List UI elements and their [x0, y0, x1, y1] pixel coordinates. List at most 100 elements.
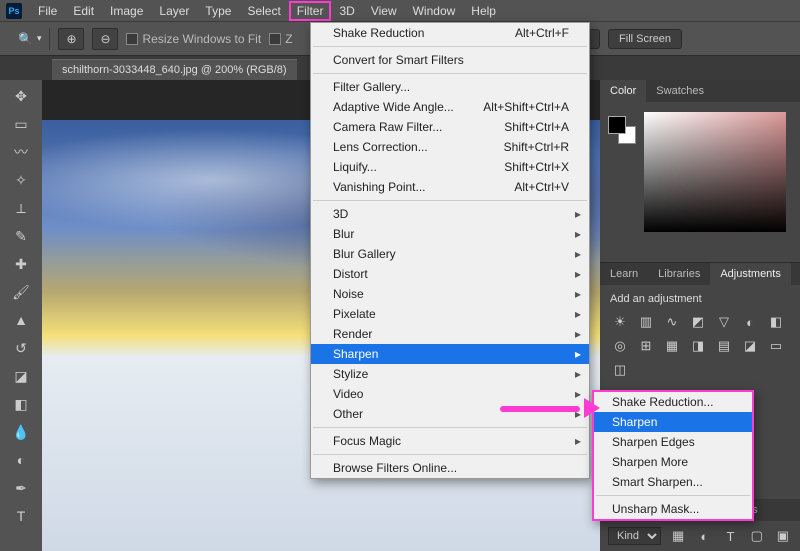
filter-smart-icon[interactable]: ▣ [774, 527, 792, 545]
zoom-out-button[interactable]: ⊖ [92, 28, 118, 50]
menu-item-label: Stylize [333, 367, 368, 381]
tab-swatches[interactable]: Swatches [646, 80, 714, 102]
sharpen-shake-reduction[interactable]: Shake Reduction... [594, 392, 752, 412]
menu-layer[interactable]: Layer [151, 1, 197, 21]
posterize-icon[interactable]: ▤ [714, 337, 734, 355]
menu-type[interactable]: Type [197, 1, 239, 21]
fg-bg-swatch[interactable] [608, 116, 636, 144]
submenu-blur-gallery[interactable]: Blur Gallery [311, 244, 589, 264]
menu-item-label: Unsharp Mask... [612, 502, 699, 516]
history-brush-tool[interactable]: ↺ [6, 336, 36, 360]
lasso-icon: 〰 [14, 142, 28, 162]
lasso-tool[interactable]: 〰 [6, 140, 36, 164]
menu-window[interactable]: Window [405, 1, 464, 21]
menu-focus-magic[interactable]: Focus Magic [311, 431, 589, 451]
gradient-map-icon[interactable]: ▭ [766, 337, 786, 355]
tab-adjustments[interactable]: Adjustments [710, 263, 791, 285]
color-picker-gradient[interactable] [644, 112, 786, 232]
menu-view[interactable]: View [363, 1, 405, 21]
sharpen-sharpen[interactable]: Sharpen [594, 412, 752, 432]
heal-tool[interactable]: ✚ [6, 252, 36, 276]
menu-browse-filters[interactable]: Browse Filters Online... [311, 458, 589, 478]
gradient-tool[interactable]: ◧ [6, 392, 36, 416]
blur-tool[interactable]: 💧 [6, 420, 36, 444]
zoom-all-checkbox[interactable]: Z [269, 32, 292, 46]
eyedropper-tool[interactable]: ✎ [6, 224, 36, 248]
submenu-3d[interactable]: 3D [311, 204, 589, 224]
brush-tool[interactable]: 🖌 [6, 280, 36, 304]
pen-tool[interactable]: ✒ [6, 476, 36, 500]
tab-libraries[interactable]: Libraries [648, 263, 710, 285]
filter-shape-icon[interactable]: ▢ [748, 527, 766, 545]
filter-adjust-icon[interactable]: ◐ [695, 527, 713, 545]
invert-icon[interactable]: ◨ [688, 337, 708, 355]
stamp-tool[interactable]: ▲ [6, 308, 36, 332]
submenu-other[interactable]: Other [311, 404, 589, 424]
dodge-tool[interactable]: ◐ [6, 448, 36, 472]
zoom-in-button[interactable]: ⊕ [58, 28, 84, 50]
menu-separator [313, 46, 587, 47]
filter-pixel-icon[interactable]: ▦ [669, 527, 687, 545]
menu-image[interactable]: Image [102, 1, 151, 21]
zoom-tool-indicator[interactable]: 🔍 ▾ [18, 32, 41, 46]
dodge-icon: ◐ [17, 452, 25, 468]
crop-tool[interactable]: ⟂ [6, 196, 36, 220]
blur-icon: 💧 [12, 424, 29, 441]
layer-kind-select[interactable]: Kind [608, 527, 661, 545]
submenu-video[interactable]: Video [311, 384, 589, 404]
selective-color-icon[interactable]: ◫ [610, 361, 630, 379]
unsharp-mask[interactable]: Unsharp Mask... [594, 499, 752, 519]
menu-adaptive-wide-angle[interactable]: Adaptive Wide Angle...Alt+Shift+Ctrl+A [311, 97, 589, 117]
menu-last-filter[interactable]: Shake Reduction Alt+Ctrl+F [311, 23, 589, 43]
submenu-pixelate[interactable]: Pixelate [311, 304, 589, 324]
sharpen-edges[interactable]: Sharpen Edges [594, 432, 752, 452]
filter-type-icon[interactable]: T [721, 527, 739, 545]
channel-mixer-icon[interactable]: ⊞ [636, 337, 656, 355]
eraser-tool[interactable]: ◪ [6, 364, 36, 388]
menu-item-label: Shake Reduction... [612, 395, 713, 409]
menu-item-label: Blur [333, 227, 354, 241]
menu-3d[interactable]: 3D [331, 1, 362, 21]
threshold-icon[interactable]: ◪ [740, 337, 760, 355]
menu-item-label: 3D [333, 207, 348, 221]
menu-file[interactable]: File [30, 1, 65, 21]
exposure-icon[interactable]: ◩ [688, 313, 708, 331]
magic-wand-tool[interactable]: ✧ [6, 168, 36, 192]
document-tab[interactable]: schilthorn-3033448_640.jpg @ 200% (RGB/8… [52, 59, 297, 80]
levels-icon[interactable]: ▥ [636, 313, 656, 331]
menu-vanishing-point[interactable]: Vanishing Point...Alt+Ctrl+V [311, 177, 589, 197]
submenu-distort[interactable]: Distort [311, 264, 589, 284]
type-tool[interactable]: T [6, 504, 36, 528]
marquee-tool[interactable]: ▭ [6, 112, 36, 136]
brightness-icon[interactable]: ☀ [610, 313, 630, 331]
vibrance-icon[interactable]: ▽ [714, 313, 734, 331]
color-lookup-icon[interactable]: ▦ [662, 337, 682, 355]
tab-color[interactable]: Color [600, 80, 646, 102]
menu-camera-raw[interactable]: Camera Raw Filter...Shift+Ctrl+A [311, 117, 589, 137]
submenu-blur[interactable]: Blur [311, 224, 589, 244]
submenu-stylize[interactable]: Stylize [311, 364, 589, 384]
sharpen-more[interactable]: Sharpen More [594, 452, 752, 472]
menu-help[interactable]: Help [463, 1, 504, 21]
submenu-sharpen[interactable]: Sharpen [311, 344, 589, 364]
smart-sharpen[interactable]: Smart Sharpen... [594, 472, 752, 492]
tab-learn[interactable]: Learn [600, 263, 648, 285]
menu-filter-gallery[interactable]: Filter Gallery... [311, 77, 589, 97]
resize-windows-checkbox[interactable]: Resize Windows to Fit [126, 32, 261, 46]
checkbox-icon [126, 33, 138, 45]
wand-icon: ✧ [15, 172, 27, 189]
menu-lens-correction[interactable]: Lens Correction...Shift+Ctrl+R [311, 137, 589, 157]
bw-icon[interactable]: ◧ [766, 313, 786, 331]
move-tool[interactable]: ✥ [6, 84, 36, 108]
menu-filter[interactable]: Filter [289, 1, 332, 21]
submenu-render[interactable]: Render [311, 324, 589, 344]
menu-convert-smart[interactable]: Convert for Smart Filters [311, 50, 589, 70]
hue-icon[interactable]: ◐ [740, 313, 760, 331]
menu-liquify[interactable]: Liquify...Shift+Ctrl+X [311, 157, 589, 177]
photo-filter-icon[interactable]: ◎ [610, 337, 630, 355]
fill-screen-button[interactable]: Fill Screen [608, 29, 682, 49]
menu-select[interactable]: Select [239, 1, 288, 21]
menu-edit[interactable]: Edit [65, 1, 102, 21]
curves-icon[interactable]: ∿ [662, 313, 682, 331]
submenu-noise[interactable]: Noise [311, 284, 589, 304]
